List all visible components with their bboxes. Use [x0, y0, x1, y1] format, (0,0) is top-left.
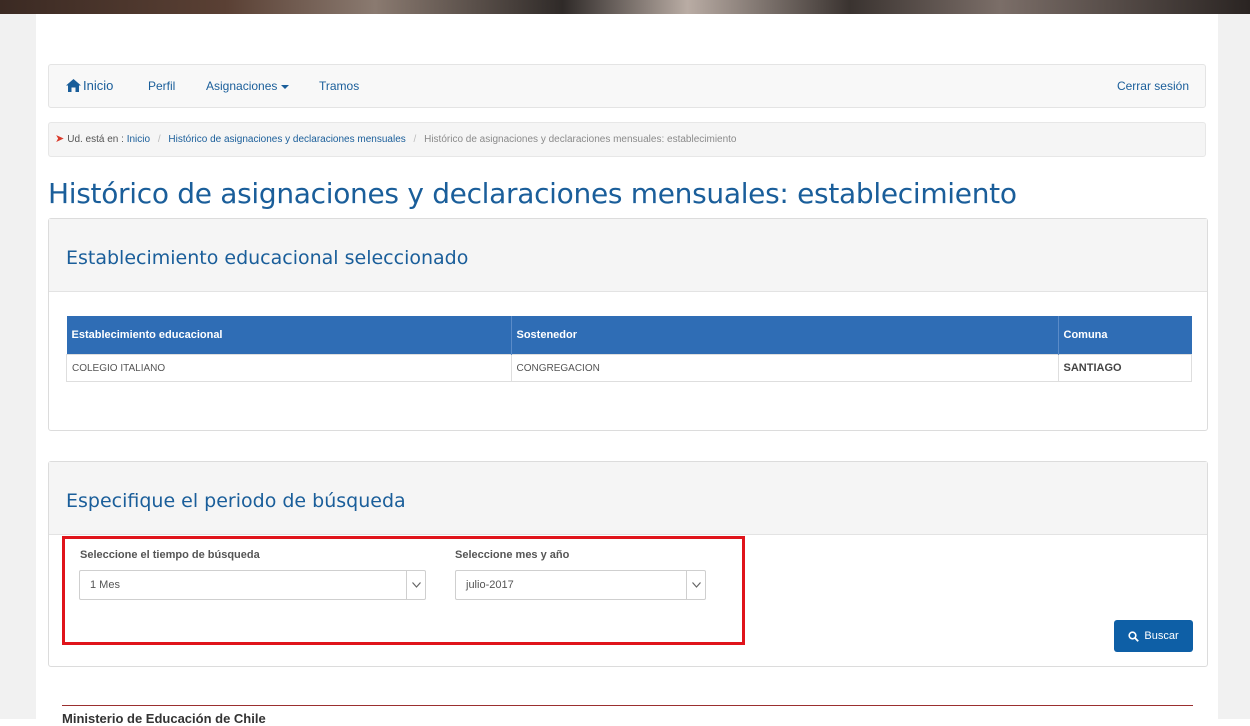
column-header-sostenedor: Sostenedor	[511, 316, 1059, 355]
month-year-select[interactable]: julio-2017	[455, 570, 706, 600]
cell-sostenedor: CONGREGACION	[510, 354, 1059, 382]
page-background-left	[0, 14, 36, 719]
month-select-value: julio-2017	[466, 579, 514, 591]
column-header-comuna: Comuna	[1058, 316, 1192, 355]
page-title: Histórico de asignaciones y declaracione…	[48, 177, 1017, 210]
time-select-label: Seleccione el tiempo de búsqueda	[80, 549, 260, 561]
table-row: COLEGIO ITALIANO CONGREGACION SANTIAGO	[66, 354, 1192, 382]
cell-establecimiento: COLEGIO ITALIANO	[66, 354, 512, 382]
nav-tramos[interactable]: Tramos	[319, 79, 359, 93]
chevron-right-icon: ➤	[55, 133, 65, 145]
column-header-establecimiento: Establecimiento educacional	[66, 316, 512, 355]
chevron-down-icon	[406, 571, 425, 599]
establishment-table: Establecimiento educacional Sostenedor C…	[66, 316, 1192, 382]
page-background-right	[1218, 14, 1250, 719]
footer-divider	[62, 705, 1193, 706]
breadcrumb-current: Histórico de asignaciones y declaracione…	[424, 134, 737, 145]
logout-link[interactable]: Cerrar sesión	[1117, 79, 1189, 93]
nav-perfil[interactable]: Perfil	[148, 79, 175, 93]
panel-search-period: Especifique el periodo de búsqueda	[48, 461, 1208, 667]
panel-search-heading: Especifique el periodo de búsqueda	[49, 462, 1207, 535]
nav-asignaciones-label: Asignaciones	[206, 79, 278, 93]
search-icon	[1128, 630, 1140, 642]
nav-home[interactable]: Inicio	[83, 78, 113, 93]
breadcrumb-separator: /	[157, 134, 161, 145]
navbar: Inicio Perfil Asignaciones Tramos Cerrar…	[48, 64, 1206, 108]
home-icon[interactable]	[66, 79, 81, 97]
time-select-value: 1 Mes	[90, 579, 120, 591]
breadcrumb-link-inicio[interactable]: Inicio	[127, 134, 150, 145]
cell-comuna: SANTIAGO	[1057, 354, 1192, 382]
breadcrumb: ➤ Ud. está en : Inicio / Histórico de asi…	[48, 122, 1206, 157]
time-select[interactable]: 1 Mes	[79, 570, 426, 600]
main-container: Inicio Perfil Asignaciones Tramos Cerrar…	[36, 14, 1218, 719]
table-header-row: Establecimiento educacional Sostenedor C…	[66, 316, 1192, 355]
header-banner-image	[0, 0, 1250, 14]
chevron-down-icon	[686, 571, 705, 599]
caret-down-icon	[281, 84, 290, 89]
search-button[interactable]: Buscar	[1114, 620, 1193, 652]
breadcrumb-separator: /	[413, 134, 417, 145]
nav-asignaciones-dropdown[interactable]: Asignaciones	[206, 79, 290, 93]
breadcrumb-prefix: Ud. está en :	[67, 134, 124, 145]
panel-establishment: Establecimiento educacional seleccionado…	[48, 218, 1208, 431]
breadcrumb-link-historico[interactable]: Histórico de asignaciones y declaracione…	[168, 134, 405, 145]
month-select-label: Seleccione mes y año	[455, 549, 570, 561]
panel-establishment-heading: Establecimiento educacional seleccionado	[49, 219, 1207, 292]
search-button-label: Buscar	[1144, 630, 1179, 642]
